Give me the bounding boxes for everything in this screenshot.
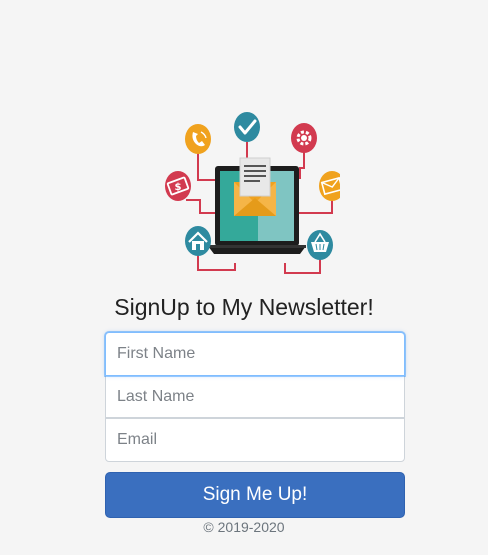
basket-icon bbox=[307, 230, 333, 260]
envelope-icon bbox=[319, 171, 340, 201]
check-icon bbox=[234, 112, 260, 142]
gear-icon bbox=[291, 123, 317, 153]
last-name-input[interactable] bbox=[105, 375, 405, 418]
money-icon: $ bbox=[165, 171, 191, 201]
laptop-icon bbox=[208, 157, 306, 254]
first-name-input[interactable] bbox=[105, 332, 405, 376]
email-input[interactable] bbox=[105, 418, 405, 462]
phone-icon bbox=[185, 124, 211, 154]
home-icon bbox=[185, 226, 211, 256]
newsletter-hero-illustration: $ bbox=[165, 112, 340, 274]
svg-text:$: $ bbox=[175, 182, 182, 193]
sign-up-button[interactable]: Sign Me Up! bbox=[105, 472, 405, 518]
page-title: SignUp to My Newsletter! bbox=[114, 294, 374, 320]
copyright-footer: © 2019-2020 bbox=[203, 519, 285, 535]
